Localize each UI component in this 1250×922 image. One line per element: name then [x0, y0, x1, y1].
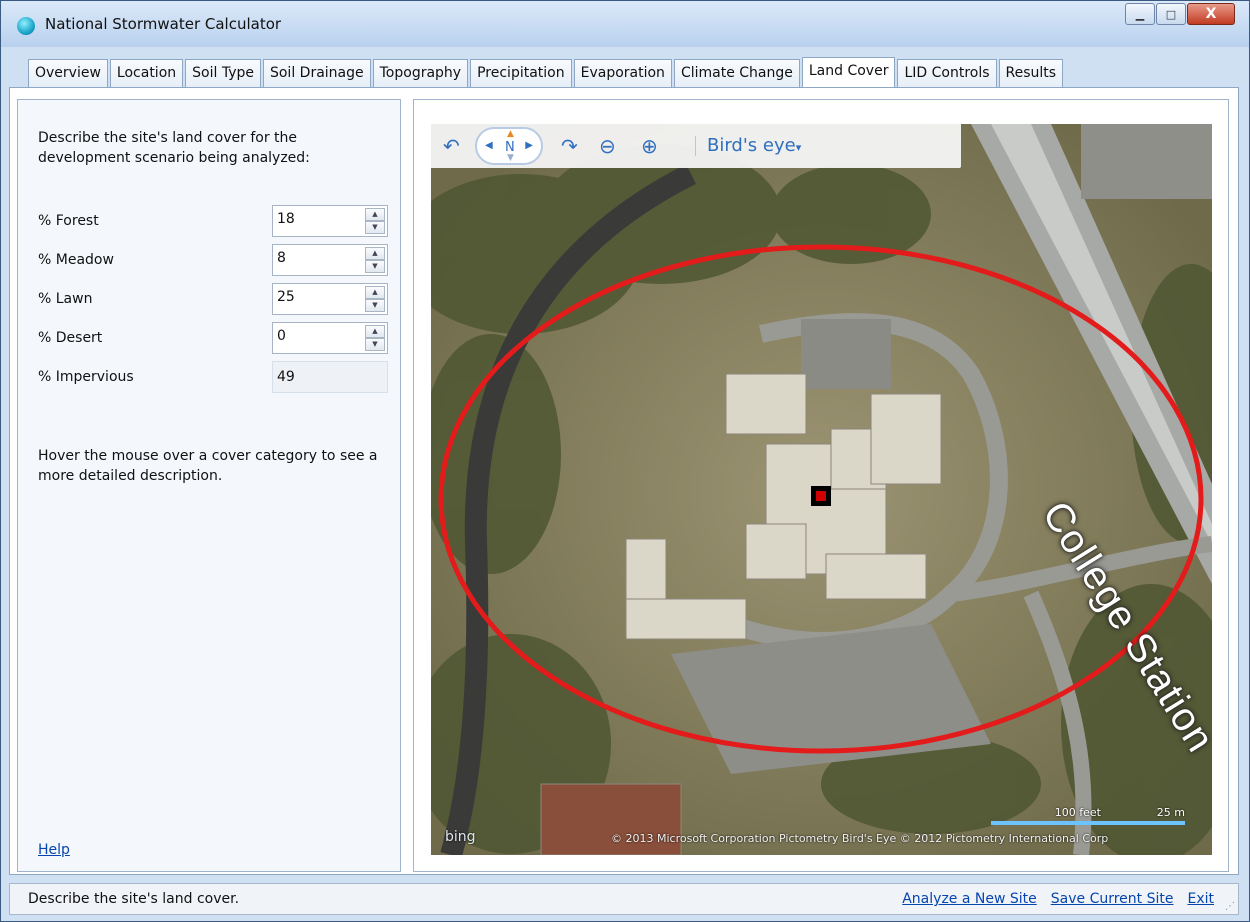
pan-up-icon[interactable]: ▲	[507, 129, 514, 139]
tab-climate-change[interactable]: Climate Change	[673, 59, 800, 87]
land-cover-panel: Describe the site's land cover for the d…	[17, 99, 401, 872]
stepper-down-icon[interactable]: ▼	[365, 221, 385, 234]
forest-row: % Forest 18 ▲ ▼	[38, 204, 388, 238]
scale-feet-label: 100 feet	[1054, 806, 1101, 819]
tab-results[interactable]: Results	[998, 59, 1064, 87]
lawn-label[interactable]: % Lawn	[38, 291, 92, 307]
tab-precipitation[interactable]: Precipitation	[470, 59, 572, 87]
help-link[interactable]: Help	[38, 842, 70, 858]
tab-overview[interactable]: Overview	[28, 59, 108, 87]
desert-row: % Desert 0 ▲ ▼	[38, 321, 388, 355]
view-mode-label: Bird's eye	[707, 135, 796, 156]
exit-link[interactable]: Exit	[1187, 891, 1214, 907]
hover-hint: Hover the mouse over a cover category to…	[38, 448, 378, 484]
tab-land-cover[interactable]: Land Cover	[801, 57, 896, 88]
rotate-right-icon[interactable]: ↷	[561, 134, 578, 158]
status-bar: Describe the site's land cover. Analyze …	[9, 883, 1239, 915]
scale-meters-label: 25 m	[1156, 806, 1185, 819]
desert-value[interactable]: 0	[277, 328, 286, 344]
desert-label[interactable]: % Desert	[38, 330, 102, 346]
lawn-stepper-arrows: ▲ ▼	[365, 286, 385, 312]
map-copyright: © 2013 Microsoft Corporation Pictometry …	[611, 832, 1109, 845]
toolbar-separator	[695, 136, 696, 156]
app-window: National Stormwater Calculator ▁ □ X Ove…	[0, 0, 1250, 922]
desert-stepper[interactable]: 0 ▲ ▼	[272, 322, 388, 354]
impervious-value: 49	[277, 369, 295, 385]
pan-left-icon[interactable]: ◀	[485, 140, 493, 151]
window-title: National Stormwater Calculator	[45, 15, 282, 33]
analyze-new-site-link[interactable]: Analyze a New Site	[902, 891, 1037, 907]
rotate-left-icon[interactable]: ↶	[443, 134, 460, 158]
forest-value[interactable]: 18	[277, 211, 295, 227]
site-marker-center	[816, 491, 826, 501]
resize-grip-icon[interactable]: ⋰	[1225, 901, 1235, 912]
meadow-value[interactable]: 8	[277, 250, 286, 266]
stepper-down-icon[interactable]: ▼	[365, 299, 385, 312]
tab-lid-controls[interactable]: LID Controls	[897, 59, 997, 87]
tab-soil-type[interactable]: Soil Type	[185, 59, 261, 87]
compass-control[interactable]: ▲ ◀ N ▶ ▼	[475, 127, 543, 165]
window-controls: ▁ □ X	[1124, 3, 1235, 25]
forest-label[interactable]: % Forest	[38, 213, 99, 229]
pan-right-icon[interactable]: ▶	[525, 140, 533, 151]
title-bar[interactable]: National Stormwater Calculator ▁ □ X	[1, 1, 1249, 47]
tab-location[interactable]: Location	[109, 59, 184, 87]
aerial-imagery	[431, 124, 1212, 855]
tab-topography[interactable]: Topography	[372, 59, 469, 87]
aerial-map[interactable]: ↶ ▲ ◀ N ▶ ▼ ↷ ⊖ ⊕ Bird's eye▾ College St…	[431, 124, 1212, 855]
lawn-row: % Lawn 25 ▲ ▼	[38, 282, 388, 316]
parking-lot-north	[801, 319, 891, 389]
scale-feet-bar	[991, 821, 1101, 825]
map-toolbar: ↶ ▲ ◀ N ▶ ▼ ↷ ⊖ ⊕ Bird's eye▾	[431, 124, 961, 168]
stepper-up-icon[interactable]: ▲	[365, 247, 385, 260]
maximize-button[interactable]: □	[1156, 3, 1186, 25]
stepper-up-icon[interactable]: ▲	[365, 325, 385, 338]
meadow-stepper-arrows: ▲ ▼	[365, 247, 385, 273]
bing-logo: bing	[445, 829, 476, 845]
view-mode-dropdown[interactable]: Bird's eye▾	[707, 135, 801, 156]
tab-strip: Overview Location Soil Type Soil Drainag…	[28, 57, 1065, 88]
impervious-readout: 49	[272, 361, 388, 393]
stepper-down-icon[interactable]: ▼	[365, 260, 385, 273]
stepper-up-icon[interactable]: ▲	[365, 286, 385, 299]
status-links: Analyze a New Site Save Current Site Exi…	[902, 891, 1214, 907]
status-message: Describe the site's land cover.	[28, 891, 240, 907]
save-current-site-link[interactable]: Save Current Site	[1051, 891, 1174, 907]
minimize-button[interactable]: ▁	[1125, 3, 1155, 25]
scale-bar-meters: 25 m	[1101, 806, 1185, 825]
forest-stepper[interactable]: 18 ▲ ▼	[272, 205, 388, 237]
desert-stepper-arrows: ▲ ▼	[365, 325, 385, 351]
scale-meters-bar	[1101, 821, 1185, 825]
meadow-row: % Meadow 8 ▲ ▼	[38, 243, 388, 277]
tab-evaporation[interactable]: Evaporation	[573, 59, 672, 87]
dropdown-arrow-icon: ▾	[795, 141, 802, 154]
parking-lot-top	[1081, 124, 1212, 199]
tab-soil-drainage[interactable]: Soil Drainage	[262, 59, 371, 87]
stepper-up-icon[interactable]: ▲	[365, 208, 385, 221]
zoom-in-icon[interactable]: ⊕	[641, 134, 658, 158]
lawn-stepper[interactable]: 25 ▲ ▼	[272, 283, 388, 315]
land-cover-intro: Describe the site's land cover for the d…	[38, 130, 310, 166]
meadow-stepper[interactable]: 8 ▲ ▼	[272, 244, 388, 276]
forest-stepper-arrows: ▲ ▼	[365, 208, 385, 234]
app-logo-icon	[17, 17, 35, 35]
impervious-row: % Impervious 49	[38, 360, 388, 394]
lawn-value[interactable]: 25	[277, 289, 295, 305]
impervious-label[interactable]: % Impervious	[38, 369, 134, 385]
pan-down-icon[interactable]: ▼	[507, 153, 514, 163]
meadow-label[interactable]: % Meadow	[38, 252, 114, 268]
map-panel: ↶ ▲ ◀ N ▶ ▼ ↷ ⊖ ⊕ Bird's eye▾ College St…	[413, 99, 1229, 872]
scale-bar-feet: 100 feet	[991, 806, 1101, 825]
close-button[interactable]: X	[1187, 3, 1235, 25]
zoom-out-icon[interactable]: ⊖	[599, 134, 616, 158]
stepper-down-icon[interactable]: ▼	[365, 338, 385, 351]
